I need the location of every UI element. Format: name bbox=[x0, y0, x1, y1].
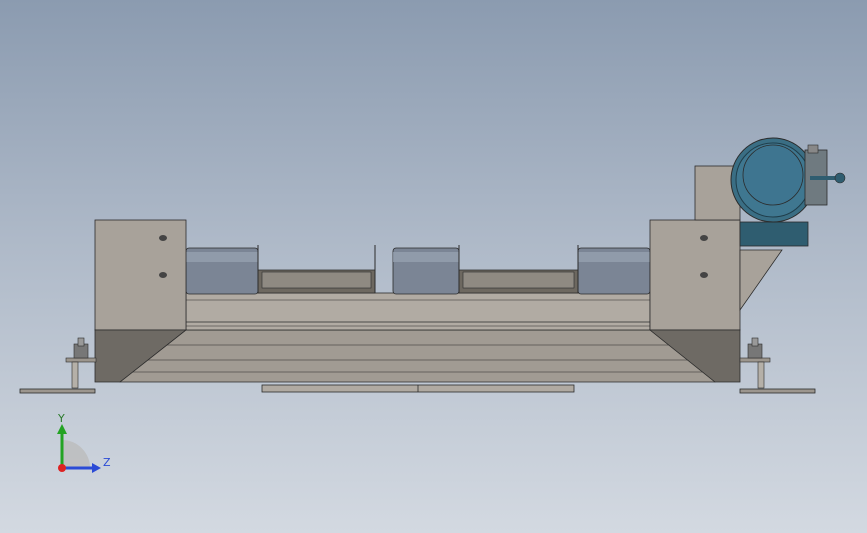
coordinate-triad: Y Z bbox=[50, 410, 120, 480]
bolt-hole bbox=[159, 272, 167, 278]
z-axis-label: Z bbox=[103, 456, 111, 469]
right-end-block bbox=[649, 219, 741, 331]
bolt-hole bbox=[700, 235, 708, 241]
bolt-hole bbox=[700, 272, 708, 278]
bolt-hole bbox=[159, 235, 167, 241]
main-beam bbox=[185, 292, 651, 331]
anchor-bolt-icon bbox=[739, 337, 771, 389]
left-base-plate bbox=[19, 388, 96, 394]
y-axis-label: Y bbox=[58, 412, 65, 425]
motor-bracket bbox=[739, 249, 783, 312]
anchor-bolt-icon bbox=[65, 337, 97, 389]
conveyor-assembly-model[interactable] bbox=[0, 0, 867, 533]
graphics-viewport[interactable]: Y Z bbox=[0, 0, 867, 533]
left-end-block bbox=[94, 219, 187, 331]
right-base-plate bbox=[739, 388, 816, 394]
motor-icon bbox=[730, 137, 846, 223]
lower-beam bbox=[94, 329, 741, 383]
